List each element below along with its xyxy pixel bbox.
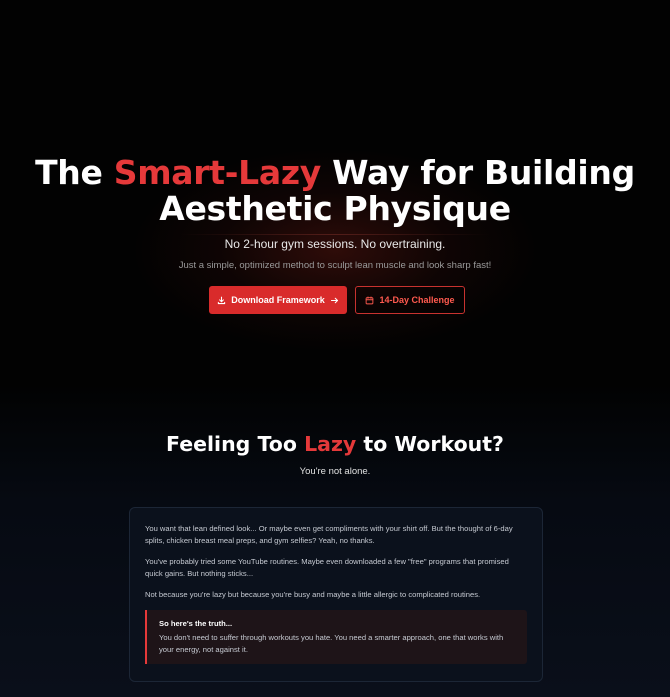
- download-framework-button[interactable]: Download Framework: [209, 286, 347, 314]
- landing-page: The Smart-Lazy Way for Building Aestheti…: [0, 0, 670, 697]
- truth-callout: So here's the truth... You don't need to…: [145, 610, 527, 664]
- section-title-accent: Lazy: [304, 432, 357, 456]
- story-paragraph-2: You've probably tried some YouTube routi…: [145, 557, 509, 578]
- download-icon: [217, 296, 226, 305]
- hero-title-accent: Smart-Lazy: [113, 153, 321, 192]
- challenge-label: 14-Day Challenge: [379, 295, 455, 305]
- section-title-prefix: Feeling Too: [166, 432, 305, 456]
- hero-description: Just a simple, optimized method to sculp…: [178, 260, 492, 271]
- challenge-button[interactable]: 14-Day Challenge: [355, 286, 465, 314]
- section-title: Feeling Too Lazy to Workout?: [0, 430, 670, 458]
- story-card: You want that lean defined look... Or ma…: [129, 507, 543, 682]
- hero-divider: [180, 234, 490, 235]
- hero-title-line2: Aesthetic Physique: [159, 189, 511, 228]
- calendar-icon: [365, 295, 374, 305]
- section-title-suffix: to Workout?: [356, 432, 504, 456]
- hero-title-line1-suffix: Way for Building: [320, 153, 635, 192]
- hero-subtitle: No 2-hour gym sessions. No overtraining.: [224, 237, 446, 251]
- arrow-right-icon: [330, 296, 339, 305]
- callout-body: You don't need to suffer through workout…: [159, 633, 504, 654]
- story-paragraph-3: Not because you're lazy but because you'…: [145, 590, 481, 599]
- hero-title-prefix: The: [35, 153, 114, 192]
- callout-title: So here's the truth...: [159, 619, 233, 628]
- story-paragraph-1: You want that lean defined look... Or ma…: [145, 524, 513, 545]
- download-framework-label: Download Framework: [231, 295, 325, 305]
- section-subtitle: You're not alone.: [299, 466, 371, 477]
- hero-title: The Smart-Lazy Way for Building Aestheti…: [0, 155, 670, 227]
